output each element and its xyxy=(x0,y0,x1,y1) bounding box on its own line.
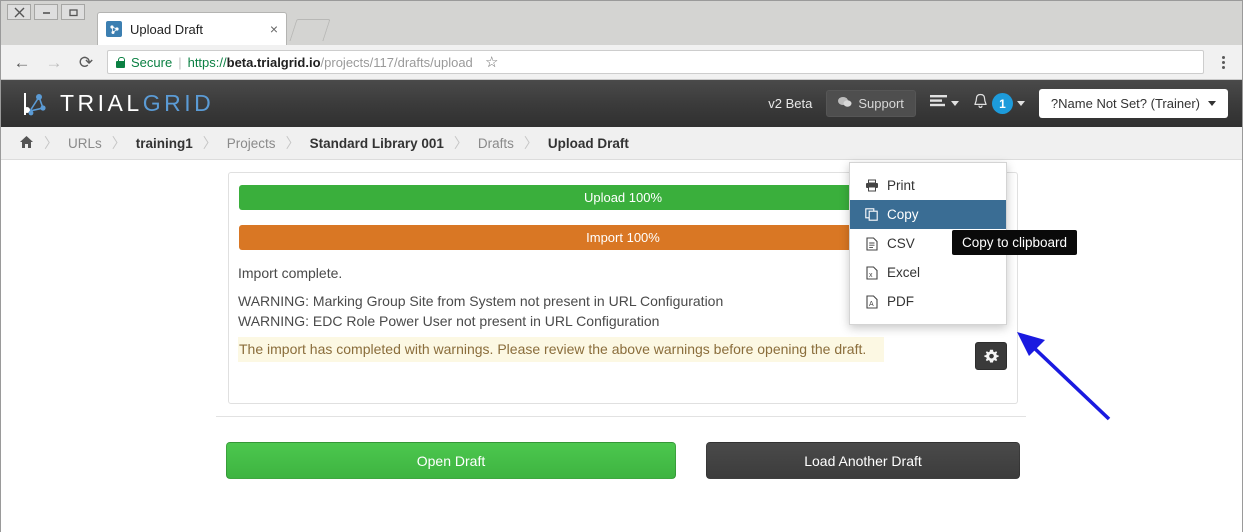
support-button[interactable]: Support xyxy=(826,90,916,117)
breadcrumb-separator: 〉 xyxy=(202,135,217,151)
new-tab-button[interactable] xyxy=(289,19,331,41)
printer-icon xyxy=(864,179,879,192)
browser-window: Upload Draft × ← → ⟳ Secure | https://be… xyxy=(0,0,1243,532)
browser-tab[interactable]: Upload Draft × xyxy=(97,12,287,45)
breadcrumb-separator: 〉 xyxy=(453,135,468,151)
menu-item-print[interactable]: Print xyxy=(850,171,1006,200)
breadcrumb-item-upload-draft: Upload Draft xyxy=(547,135,629,151)
chevron-down-icon xyxy=(1208,101,1216,106)
tasks-menu-button[interactable] xyxy=(929,94,959,113)
menu-item-pdf[interactable]: A PDF xyxy=(850,287,1006,316)
support-label: Support xyxy=(858,96,904,111)
action-buttons: Open Draft Load Another Draft xyxy=(226,442,1020,479)
menu-item-label: PDF xyxy=(887,294,914,309)
browser-tab-title: Upload Draft xyxy=(130,21,203,37)
file-text-icon xyxy=(864,236,879,251)
menu-item-label: Print xyxy=(887,178,915,193)
chevron-down-icon xyxy=(950,101,959,106)
file-excel-icon: x xyxy=(864,265,879,280)
load-another-draft-button[interactable]: Load Another Draft xyxy=(706,442,1020,479)
omnibox-divider: | xyxy=(178,54,182,70)
notifications-button[interactable]: 1 xyxy=(973,93,1025,114)
breadcrumb-item-training1[interactable]: training1 xyxy=(130,136,199,151)
breadcrumb-item-home[interactable] xyxy=(19,135,40,152)
upload-progress-label: Upload 100% xyxy=(583,190,663,205)
breadcrumb-item-urls[interactable]: URLs xyxy=(62,136,108,151)
reload-icon[interactable]: ⟳ xyxy=(75,51,97,73)
breadcrumb-separator: 〉 xyxy=(44,135,58,151)
back-icon[interactable]: ← xyxy=(11,51,33,73)
close-window-icon[interactable] xyxy=(7,4,31,20)
window-controls xyxy=(7,4,85,20)
browser-menu-icon[interactable] xyxy=(1214,55,1232,69)
user-menu-button[interactable]: ?Name Not Set? (Trainer) xyxy=(1038,89,1228,118)
open-draft-button[interactable]: Open Draft xyxy=(226,442,676,479)
chat-icon xyxy=(838,96,852,111)
lock-icon xyxy=(116,56,125,68)
warning-banner: The import has completed with warnings. … xyxy=(238,337,884,362)
app-logo-text: TRIALGRID xyxy=(60,90,214,117)
section-divider xyxy=(216,416,1026,417)
breadcrumb-separator: 〉 xyxy=(523,135,538,151)
breadcrumb-item-standard-library-001[interactable]: Standard Library 001 xyxy=(304,136,450,151)
url-scheme: https:// xyxy=(187,54,227,70)
notification-badge: 1 xyxy=(991,93,1013,114)
browser-tabstrip: Upload Draft × xyxy=(1,1,1242,45)
list-icon xyxy=(929,94,947,113)
breadcrumb-separator: 〉 xyxy=(285,135,300,151)
file-pdf-icon: A xyxy=(864,294,879,309)
menu-item-label: CSV xyxy=(887,236,915,251)
breadcrumb-item-projects[interactable]: Projects xyxy=(221,136,282,151)
bookmark-star-icon[interactable]: ☆ xyxy=(479,50,505,74)
bell-icon xyxy=(973,93,988,114)
page-viewport: TRIALGRID v2 Beta Support 1 ?Name Not Se… xyxy=(1,80,1242,532)
warning-line: WARNING: Marking Group Site from System … xyxy=(238,293,724,309)
warning-line: WARNING: EDC Role Power User not present… xyxy=(238,313,660,329)
address-bar-url: https://beta.trialgrid.io/projects/117/d… xyxy=(188,55,473,70)
app-header: TRIALGRID v2 Beta Support 1 ?Name Not Se… xyxy=(1,80,1242,127)
menu-item-label: Copy xyxy=(887,207,919,222)
logo-text-secondary: GRID xyxy=(142,90,215,116)
logo-text-primary: TRIAL xyxy=(60,90,143,116)
menu-item-label: Excel xyxy=(887,265,921,280)
trialgrid-favicon-icon xyxy=(106,21,122,37)
import-progress-label: Import 100% xyxy=(586,230,660,245)
forward-icon: → xyxy=(45,52,63,72)
close-tab-icon[interactable]: × xyxy=(270,22,278,36)
import-messages: Import complete. WARNING: Marking Group … xyxy=(238,263,884,362)
minimize-window-icon[interactable] xyxy=(34,4,58,20)
breadcrumb: 〉 URLs 〉 training1 〉 Projects 〉 Standard… xyxy=(1,127,1242,160)
trialgrid-logo-icon xyxy=(19,89,49,119)
copy-icon xyxy=(864,208,879,221)
breadcrumb-separator: 〉 xyxy=(111,135,126,151)
address-bar[interactable]: Secure | https://beta.trialgrid.io/proje… xyxy=(107,50,1204,74)
settings-gear-button[interactable] xyxy=(975,342,1007,370)
menu-item-excel[interactable]: x Excel xyxy=(850,258,1006,287)
app-header-actions: v2 Beta Support 1 ?Name Not Set? (Traine… xyxy=(768,89,1228,118)
gear-icon xyxy=(983,349,999,362)
url-host: beta.trialgrid.io xyxy=(226,54,321,70)
version-label: v2 Beta xyxy=(768,96,813,111)
maximize-window-icon[interactable] xyxy=(61,4,85,20)
copy-tooltip: Copy to clipboard xyxy=(952,230,1078,255)
page-content: Upload 100% Import 100% Import complete.… xyxy=(1,160,1242,532)
svg-text:x: x xyxy=(869,272,873,279)
browser-toolbar: ← → ⟳ Secure | https://beta.trialgrid.io… xyxy=(1,45,1242,80)
status-message: Import complete. xyxy=(238,265,343,281)
secure-label: Secure xyxy=(131,54,173,70)
url-path: /projects/117/drafts/upload xyxy=(320,54,473,70)
user-menu-label: ?Name Not Set? (Trainer) xyxy=(1050,96,1200,111)
chevron-down-icon xyxy=(1016,101,1025,106)
breadcrumb-item-drafts[interactable]: Drafts xyxy=(472,136,520,151)
menu-item-copy[interactable]: Copy xyxy=(850,200,1006,229)
app-logo[interactable]: TRIALGRID xyxy=(19,89,214,119)
svg-text:A: A xyxy=(869,301,874,308)
